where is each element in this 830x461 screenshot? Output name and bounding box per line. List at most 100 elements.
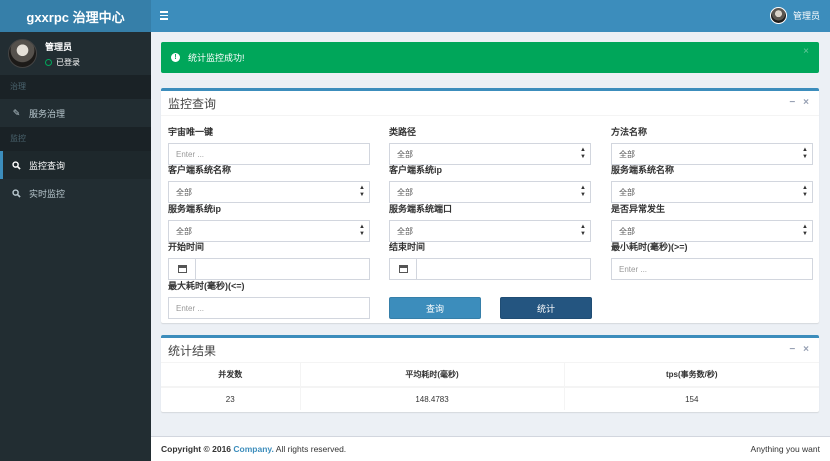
user-panel: 管理员 已登录 [0,32,151,75]
start-time-input[interactable] [168,258,370,280]
field-label: 类路径 [389,127,417,137]
select-arrows-icon: ▲ ▼ [802,185,808,198]
footer-right-text: Anything you want [750,444,820,454]
field-client-system: 客户端系统名称 全部 ▲ ▼ [168,165,370,203]
select-value: 全部 [397,149,413,159]
select-arrows-icon: ▲ ▼ [359,185,365,198]
sidebar-item-label: 服务治理 [29,108,66,119]
copyright-text: Copyright © 2016 [161,444,232,454]
column-header: tps(事务数/秒) [564,363,819,388]
select-arrows-icon: ▲ ▼ [580,147,586,160]
field-label: 结束时间 [389,242,426,252]
user-status: 已登录 [45,57,80,68]
field-class-path: 类路径 全部 ▲ ▼ [389,127,591,165]
online-status-icon [45,58,52,66]
table-row: 23 148.4783 154 [161,386,819,410]
field-min-cost: 最小耗时(毫秒)(>=) Enter ... [611,242,813,280]
client-system-select[interactable]: 全部 ▲ ▼ [168,181,370,203]
select-arrows-icon: ▲ ▼ [359,224,365,237]
field-end-time: 结束时间 [389,242,591,280]
field-label: 方法名称 [611,127,648,137]
stats-button[interactable]: 统计 [500,297,592,319]
field-label: 宇宙唯一键 [168,127,214,137]
search-icon [12,160,21,170]
alert-close-button[interactable]: × [803,46,809,57]
results-table: 并发数 平均耗时(毫秒) tps(事务数/秒) 23 148.4783 154 [161,363,819,410]
sidebar: 管理员 已登录 治理 ✎ 服务治理 监控 监控查询 实时监控 [0,32,151,461]
client-ip-select[interactable]: 全部 ▲ ▼ [389,181,591,203]
field-exception: 是否异常发生 全部 ▲ ▼ [611,204,813,242]
end-time-input[interactable] [389,258,591,280]
field-server-ip: 服务端系统ip 全部 ▲ ▼ [168,204,370,242]
close-icon[interactable]: × [803,345,809,355]
app-logo[interactable]: gxxrpc 治理中心 [0,0,151,32]
user-menu-name: 管理员 [792,11,820,21]
exclamation-icon: ! [171,53,180,62]
user-avatar [8,39,37,68]
select-value: 全部 [619,226,635,236]
select-arrows-icon: ▲ ▼ [802,147,808,160]
field-label: 客户端系统ip [389,165,442,175]
field-label: 最大耗时(毫秒)(<=) [168,281,245,291]
select-value: 全部 [397,226,413,236]
field-label: 最小耗时(毫秒)(>=) [611,242,688,252]
select-value: 全部 [619,187,635,197]
field-server-system: 服务端系统名称 全部 ▲ ▼ [611,165,813,203]
field-label: 客户端系统名称 [168,165,232,175]
sidebar-item-realtime-monitor[interactable]: 实时监控 [0,179,151,207]
box-title: 统计结果 [161,338,819,363]
alert-message: 统计监控成功! [188,53,245,63]
field-label: 服务端系统端口 [389,204,453,214]
table-cell: 154 [564,386,819,410]
collapse-icon[interactable]: − [789,345,795,355]
select-value: 全部 [176,226,192,236]
sidebar-item-monitor-query[interactable]: 监控查询 [0,151,151,179]
footer: Copyright © 2016 Company. All rights res… [151,436,830,461]
calendar-icon[interactable] [390,259,417,279]
stats-result-box: 统计结果 − × 并发数 平均耗时(毫秒) tps(事务数/秒) 23 148.… [161,335,819,412]
rights-text: All rights reserved. [275,444,347,454]
exception-select[interactable]: 全部 ▲ ▼ [611,220,813,242]
max-cost-input[interactable]: Enter ... [168,297,370,319]
search-icon [12,188,21,198]
field-client-ip: 客户端系统ip 全部 ▲ ▼ [389,165,591,203]
success-alert: ! 统计监控成功! × [161,42,819,73]
menu-header-governance: 治理 [0,75,151,99]
class-path-select[interactable]: 全部 ▲ ▼ [389,143,591,165]
user-status-label: 已登录 [56,57,80,67]
field-method-name: 方法名称 全部 ▲ ▼ [611,127,813,165]
box-title: 监控查询 [161,91,819,116]
field-server-port: 服务端系统端口 全部 ▲ ▼ [389,204,591,242]
column-header: 平均耗时(毫秒) [300,363,565,388]
select-arrows-icon: ▲ ▼ [580,224,586,237]
column-header: 并发数 [161,363,301,388]
min-cost-input[interactable]: Enter ... [611,258,813,280]
server-ip-select[interactable]: 全部 ▲ ▼ [168,220,370,242]
select-value: 全部 [397,187,413,197]
field-label: 开始时间 [168,242,205,252]
monitor-query-box: 监控查询 − × 宇宙唯一键 Enter ... 类路径 全部 ▲ ▼ 方法名称 全… [161,88,819,323]
server-system-select[interactable]: 全部 ▲ ▼ [611,181,813,203]
select-arrows-icon: ▲ ▼ [580,185,586,198]
field-label: 服务端系统名称 [611,165,675,175]
menu-header-monitor: 监控 [0,127,151,151]
main-content: ! 统计监控成功! × 监控查询 − × 宇宙唯一键 Enter ... 类路径… [151,32,830,436]
table-cell: 23 [161,386,301,410]
user-menu[interactable]: 管理员 [769,7,820,24]
select-value: 全部 [176,187,192,197]
sidebar-item-service-governance[interactable]: ✎ 服务治理 [0,99,151,127]
server-port-select[interactable]: 全部 ▲ ▼ [389,220,591,242]
select-arrows-icon: ▲ ▼ [802,224,808,237]
table-cell: 148.4783 [300,386,565,410]
close-icon[interactable]: × [803,98,809,108]
method-name-select[interactable]: 全部 ▲ ▼ [611,143,813,165]
select-value: 全部 [619,149,635,159]
sidebar-toggle-icon[interactable] [160,11,168,20]
field-universe-key: 宇宙唯一键 Enter ... [168,127,370,165]
collapse-icon[interactable]: − [789,98,795,108]
query-button[interactable]: 查询 [389,297,481,319]
sidebar-item-label: 实时监控 [29,188,66,199]
universe-key-input[interactable]: Enter ... [168,143,370,165]
calendar-icon[interactable] [169,259,196,279]
company-link[interactable]: Company. [233,444,273,454]
